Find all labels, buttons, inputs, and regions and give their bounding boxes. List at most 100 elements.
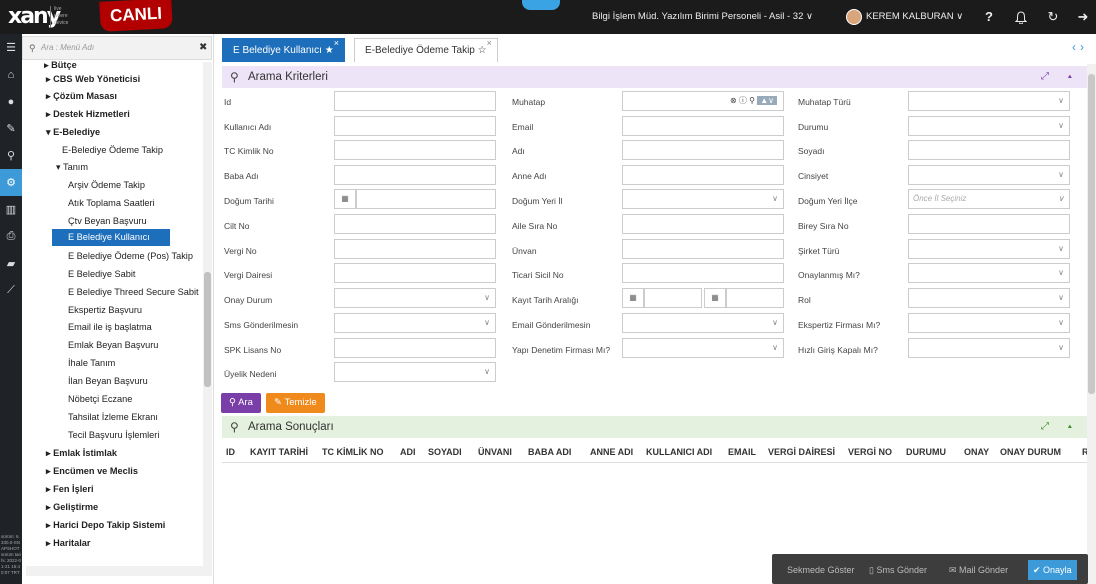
menu-item[interactable]: Nöbetçi Eczane — [68, 391, 132, 408]
onay-durum-select[interactable]: ∨ — [334, 288, 496, 308]
id-input[interactable] — [334, 91, 496, 111]
hizli-giris-select[interactable]: ∨ — [908, 338, 1070, 358]
vergi-dairesi-input[interactable] — [334, 263, 496, 283]
tc-kimlik-input[interactable] — [334, 140, 496, 160]
cinsiyet-select[interactable]: ∨ — [908, 165, 1070, 185]
dogum-yeri-ilce-select[interactable]: Önce İl Seçiniz ∨ — [908, 189, 1070, 209]
menu-item[interactable]: Tahsilat İzleme Ekranı — [68, 409, 158, 426]
soyadi-input[interactable] — [908, 140, 1070, 160]
menu-item[interactable]: ▸ Harici Depo Takip Sistemi — [46, 517, 165, 534]
menu-item[interactable]: ▸ CBS Web Yöneticisi — [46, 71, 140, 88]
logout-icon[interactable]: ➜ — [1074, 0, 1092, 34]
close-icon[interactable]: ✖ — [199, 42, 207, 53]
menu-search[interactable]: ⚲ Ara : Menü Adı ✖ — [22, 36, 212, 60]
show-in-tab-button[interactable]: Sekmede Göster — [782, 560, 860, 580]
uyelik-nedeni-select[interactable]: ∨ — [334, 362, 496, 382]
expand-icon[interactable]: ⤢ ▴ — [1041, 416, 1080, 438]
ticari-sicil-no-input[interactable] — [622, 263, 784, 283]
menu-item[interactable]: ▸ Çözüm Masası — [46, 88, 117, 105]
column-header[interactable]: BABA ADI — [528, 441, 571, 463]
adi-input[interactable] — [622, 140, 784, 160]
help-icon[interactable]: ? — [980, 0, 998, 34]
kayit-tarih-bitis-input[interactable] — [726, 288, 784, 308]
dogum-tarihi-input[interactable] — [356, 189, 496, 209]
top-notch-handle[interactable] — [522, 0, 560, 10]
menu-item[interactable]: E Belediye Sabit — [68, 266, 135, 283]
menu-item[interactable]: ▸ Geliştirme — [46, 499, 98, 516]
aile-sira-no-input[interactable] — [622, 214, 784, 234]
refresh-icon[interactable]: ↻ — [1044, 0, 1062, 34]
kullanici-adi-input[interactable] — [334, 116, 496, 136]
menu-item[interactable]: ▸ Emlak İstimlak — [46, 445, 117, 462]
column-header[interactable]: ONAY DURUM — [1000, 441, 1061, 463]
unvan-input[interactable] — [622, 239, 784, 259]
menu-item[interactable]: ▸ Encümen ve Meclis — [46, 463, 138, 480]
calendar-icon[interactable]: ▦ — [704, 288, 726, 308]
column-header[interactable]: VERGİ DAİRESİ — [768, 441, 835, 463]
app-logo[interactable]: xany — [8, 4, 61, 30]
tab-scroll-arrows[interactable]: ‹› — [1072, 40, 1088, 54]
column-header[interactable]: ADI — [400, 441, 416, 463]
muhatap-input[interactable]: ⊗ ⓘ ⚲ ▲∨ — [622, 91, 784, 111]
menu-item[interactable]: Atık Toplama Saatleri — [68, 195, 155, 212]
menu-item[interactable]: Email ile iş başlatma — [68, 319, 152, 336]
home-icon[interactable]: ⌂ — [0, 61, 22, 88]
column-header[interactable]: ÜNVANI — [478, 441, 512, 463]
send-mail-button[interactable]: ✉ Mail Gönder — [944, 560, 1013, 580]
column-header[interactable]: DURUMU — [906, 441, 946, 463]
column-header[interactable]: VERGİ NO — [848, 441, 892, 463]
menu-item[interactable]: Emlak Beyan Başvuru — [68, 337, 158, 354]
durumu-select[interactable]: ∨ — [908, 116, 1070, 136]
column-header[interactable]: ID — [226, 441, 235, 463]
approve-button[interactable]: ✔ Onayla — [1028, 560, 1077, 580]
column-header[interactable]: ONAY — [964, 441, 989, 463]
menu-hamburger-icon[interactable]: ☰ — [0, 34, 22, 61]
menu-scrollbar[interactable] — [203, 62, 212, 570]
muhatap-actions-icon[interactable]: ⊗ ⓘ ⚲ ▲∨ — [730, 92, 777, 110]
close-icon[interactable]: × — [487, 31, 492, 55]
menu-item[interactable]: ▾ Tanım — [56, 159, 88, 176]
menu-item[interactable]: ▸ Bütçe — [44, 60, 77, 70]
send-sms-button[interactable]: ▯ Sms Gönder — [864, 560, 932, 580]
search-button[interactable]: ⚲ Ara — [221, 393, 261, 413]
column-header[interactable]: KAYIT TARİHİ — [250, 441, 308, 463]
menu-item[interactable]: ▸ Fen İşleri — [46, 481, 94, 498]
calendar-icon[interactable]: ▦ — [622, 288, 644, 308]
vergi-no-input[interactable] — [334, 239, 496, 259]
column-header[interactable]: ANNE ADI — [590, 441, 633, 463]
map-icon[interactable]: ▥ — [0, 196, 22, 223]
dogum-yeri-il-select[interactable]: ∨ — [622, 189, 784, 209]
spk-lisans-no-input[interactable] — [334, 338, 496, 358]
tab-e-belediye-odeme-takip[interactable]: E-Belediye Ödeme Takip ☆ × — [354, 38, 498, 62]
ekspertiz-firmasi-select[interactable]: ∨ — [908, 313, 1070, 333]
menu-item[interactable]: İhale Tanım — [68, 355, 115, 372]
user-menu[interactable]: KEREM KALBURAN ∨ — [846, 0, 963, 34]
scroll-thumb[interactable] — [204, 272, 211, 387]
column-header[interactable]: KULLANICI ADI — [646, 441, 712, 463]
menu-item[interactable]: Tecil Başvuru İşlemleri — [68, 427, 159, 444]
circle-icon[interactable]: ● — [0, 88, 22, 115]
column-header[interactable]: EMAIL — [728, 441, 756, 463]
menu-item[interactable]: E Belediye Threed Secure Sabit — [68, 284, 204, 301]
close-icon[interactable]: × — [334, 31, 339, 55]
menu-hscrollbar[interactable] — [26, 566, 212, 576]
menu-item[interactable]: ▾ E-Belediye — [46, 124, 100, 141]
cilt-no-input[interactable] — [334, 214, 496, 234]
wrench-icon[interactable]: ✎ — [0, 115, 22, 142]
menu-item[interactable]: E-Belediye Ödeme Takip — [62, 142, 163, 159]
menu-item[interactable]: İlan Beyan Başvuru — [68, 373, 148, 390]
menu-item[interactable]: Ekspertiz Başvuru — [68, 302, 142, 319]
anne-adi-input[interactable] — [622, 165, 784, 185]
menu-search-input[interactable]: Ara : Menü Adı — [41, 43, 94, 52]
scroll-thumb[interactable] — [1088, 74, 1095, 394]
column-header[interactable]: SOYADI — [428, 441, 462, 463]
menu-item[interactable]: ▸ Destek Hizmetleri — [46, 106, 130, 123]
clear-button[interactable]: ✎ Temizle — [266, 393, 325, 413]
menu-item-selected[interactable]: E Belediye Kullanıcı — [52, 229, 170, 246]
email-input[interactable] — [622, 116, 784, 136]
yapi-denetim-select[interactable]: ∨ — [622, 338, 784, 358]
menu-item[interactable]: ▸ Haritalar — [46, 535, 90, 552]
expand-icon[interactable]: ⤢ ▴ — [1041, 66, 1080, 88]
email-gonderilmesin-select[interactable]: ∨ — [622, 313, 784, 333]
column-header[interactable]: TC KİMLİK NO — [322, 441, 384, 463]
